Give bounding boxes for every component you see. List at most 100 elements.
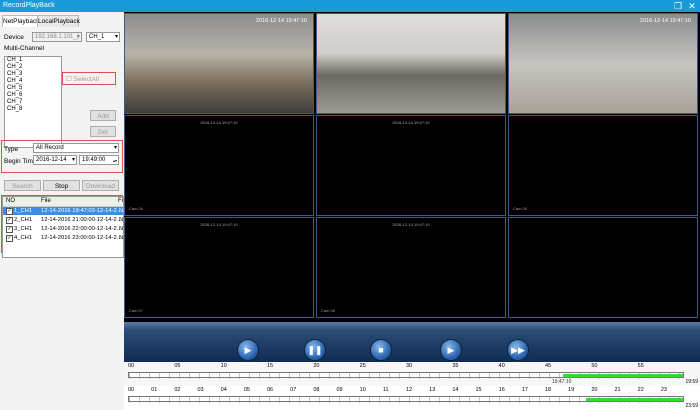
select-all-checkbox[interactable]: ☐ SelectAll xyxy=(66,75,99,83)
row-no: 3_CH1 xyxy=(14,226,33,232)
timeline-label: 30 xyxy=(406,363,413,369)
slow-play-button[interactable]: ▶ xyxy=(440,339,462,361)
search-button[interactable]: Search xyxy=(4,180,41,191)
begin-date-value: 2016-12-14 xyxy=(36,157,67,163)
video-timestamp: 2016-12-14 19:47:10 xyxy=(255,18,307,24)
play-button[interactable]: ▶ xyxy=(237,339,259,361)
multichannel-label: Multi-Channel xyxy=(4,45,45,52)
title-bar: RecordPlayBack ❐ ✕ xyxy=(0,0,700,12)
minute-timeline[interactable]: 00 05 10 15 20 25 30 35 40 45 50 55 19:47:10 19:59 xyxy=(124,362,700,386)
stop-button[interactable]: ■ xyxy=(370,339,392,361)
channel-list-item[interactable]: CH_8 xyxy=(5,106,61,113)
hour-timeline[interactable]: 00 01 02 03 04 05 06 07 08 09 10 11 12 13 14 15 16 17 18 19… xyxy=(124,386,700,410)
row-no: 2_CH1 xyxy=(14,217,33,223)
video-cell[interactable]: 2016-12-14 19:47:10 xyxy=(124,13,314,114)
timeline-label: 04 xyxy=(220,387,227,393)
channel-list-item[interactable]: CH_1 xyxy=(5,57,61,64)
video-cell[interactable]: 2016-12-14 19:47:10 Cam 07 xyxy=(124,217,314,318)
tab-netplayback[interactable]: NetPlayback xyxy=(2,15,40,27)
video-cell[interactable]: 2016-12-14 19:47:10 xyxy=(316,115,506,216)
video-timestamp: 2016-12-14 19:47:10 xyxy=(392,120,430,125)
timeline-label: 55 xyxy=(637,363,644,369)
video-cell[interactable]: 2016-12-14 19:47:10 xyxy=(508,13,698,114)
table-row[interactable]: ✓ 1_CH1 12-14-2016 19:47:03-12-14-2... N xyxy=(3,207,123,215)
row-file: 12-14-2016 21:00:00-12-14-2... xyxy=(41,217,122,223)
add-button[interactable]: Add xyxy=(90,110,116,121)
begin-date-input[interactable]: 2016-12-14 ▾ xyxy=(33,155,77,165)
device-ip-value: 192.168.1.101_( xyxy=(35,34,79,40)
stop-button[interactable]: Stop xyxy=(43,180,80,191)
channel-list-item[interactable]: CH_3 xyxy=(5,71,61,78)
close-icon[interactable]: ✕ xyxy=(686,1,698,11)
timeline-label: 10 xyxy=(359,387,366,393)
channel-list-item[interactable]: CH_5 xyxy=(5,85,61,92)
left-panel: NetPlayback LocalPlayback Device 192.168… xyxy=(0,12,125,410)
fast-forward-button[interactable]: ▶▶ xyxy=(507,339,529,361)
begin-time-label: Begin Time xyxy=(4,158,37,165)
channel-select[interactable]: CH_1 ▾ xyxy=(86,32,120,42)
video-timestamp: 2016-12-14 19:47:10 xyxy=(392,222,430,227)
channel-list[interactable]: CH_1 CH_2 CH_3 CH_4 CH_5 CH_6 CH_7 CH_8 xyxy=(4,56,62,148)
hour-track[interactable] xyxy=(128,396,684,403)
timeline-label: 18 xyxy=(545,387,552,393)
timeline-label: 16 xyxy=(498,387,505,393)
video-cell[interactable]: Cam 06 xyxy=(508,115,698,216)
video-cell[interactable]: 2016-12-14 19:47:10 Cam 04 xyxy=(124,115,314,216)
chevron-down-icon: ▾ xyxy=(113,145,117,151)
timeline-label: 15 xyxy=(267,363,274,369)
video-cell[interactable] xyxy=(508,217,698,318)
table-header: NO File Fi xyxy=(3,197,123,207)
chevron-down-icon: ▾ xyxy=(114,34,118,40)
row-checkbox[interactable]: ✓ xyxy=(6,226,13,233)
row-flag: N xyxy=(119,235,124,241)
timeline-label: 00 xyxy=(128,387,135,393)
type-select[interactable]: All Record ▾ xyxy=(33,143,119,153)
timeline-label: 07 xyxy=(290,387,297,393)
timeline-label: 40 xyxy=(498,363,505,369)
column-header-fi[interactable]: Fi xyxy=(118,198,123,204)
hour-labels: 00 01 02 03 04 05 06 07 08 09 10 11 12 13 14 15 16 17 18 19… xyxy=(124,387,700,395)
timeline-label: 06 xyxy=(267,387,274,393)
video-channel-label: Cam 07 xyxy=(129,308,144,313)
table-row[interactable]: ✓ 3_CH1 12-14-2016 22:00:00-12-14-2... N xyxy=(3,225,123,233)
spinner-icon[interactable]: ▴▾ xyxy=(113,156,117,164)
column-header-file[interactable]: File xyxy=(41,198,51,204)
minute-track[interactable] xyxy=(128,372,684,379)
tab-localplayback[interactable]: LocalPlayback xyxy=(37,15,80,27)
device-select[interactable]: 192.168.1.101_(▾ xyxy=(32,32,82,42)
video-cell[interactable] xyxy=(316,13,506,114)
results-table[interactable]: NO File Fi ✓ 1_CH1 12-14-2016 19:47:03-12-… xyxy=(2,196,124,258)
play-icon: ▶ xyxy=(244,345,252,355)
channel-list-item[interactable]: CH_2 xyxy=(5,64,61,71)
row-flag: N xyxy=(119,217,124,223)
timeline-label: 22 xyxy=(637,387,644,393)
table-row[interactable]: ✓ 2_CH1 12-14-2016 21:00:00-12-14-2... N xyxy=(3,216,123,224)
row-checkbox[interactable]: ✓ xyxy=(6,235,13,242)
video-channel-label: Cam 06 xyxy=(513,206,528,211)
cursor-time: 19:47:10 xyxy=(551,379,572,385)
timeline-label: 02 xyxy=(174,387,181,393)
timeline-label: 15 xyxy=(475,387,482,393)
column-header-no[interactable]: NO xyxy=(6,198,15,204)
row-checkbox[interactable]: ✓ xyxy=(6,217,13,224)
channel-list-item[interactable]: CH_7 xyxy=(5,99,61,106)
timeline-label: 12 xyxy=(406,387,413,393)
channel-list-item[interactable]: CH_6 xyxy=(5,92,61,99)
restore-icon[interactable]: ❐ xyxy=(672,1,684,11)
row-no: 4_CH1 xyxy=(14,235,33,241)
minute-labels: 00 05 10 15 20 25 30 35 40 45 50 55 xyxy=(124,363,700,371)
channel-list-item[interactable]: CH_4 xyxy=(5,78,61,85)
begin-time-input[interactable]: 19:49:00 ▴▾ xyxy=(79,155,119,165)
video-timestamp: 2016-12-14 19:47:10 xyxy=(639,18,691,24)
del-button[interactable]: Del xyxy=(90,126,116,137)
row-checkbox[interactable]: ✓ xyxy=(6,208,13,215)
table-row[interactable]: ✓ 4_CH1 12-14-2016 23:00:00-12-14-2... N xyxy=(3,234,123,242)
control-strip xyxy=(124,322,700,330)
video-cell[interactable]: 2016-12-14 19:47:10 Cam 08 xyxy=(316,217,506,318)
timeline-label: 14 xyxy=(452,387,459,393)
window-title: RecordPlayBack xyxy=(3,2,55,9)
timeline-label: 08 xyxy=(313,387,320,393)
download-button[interactable]: Download xyxy=(82,180,119,191)
pause-button[interactable]: ❚❚ xyxy=(304,339,326,361)
select-all-label: SelectAll xyxy=(73,76,99,83)
